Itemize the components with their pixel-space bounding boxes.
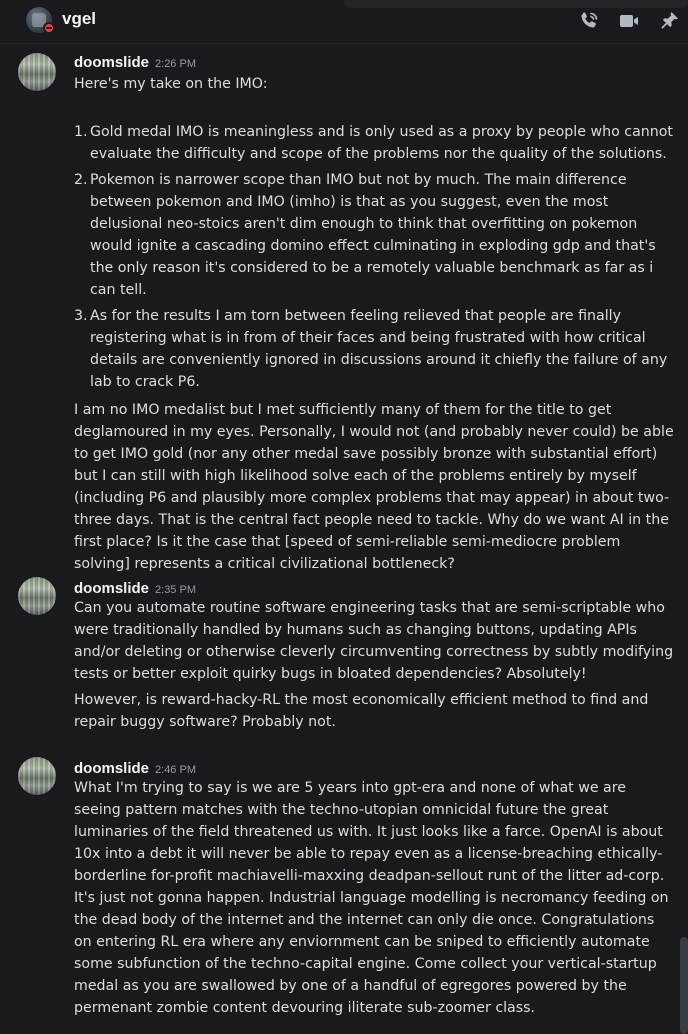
list-item: 1. Gold medal IMO is meaningless and is o… [74,124,673,162]
message-timestamp[interactable]: 2:35 PM [155,584,196,596]
message-text: Can you automate routine software engine… [74,600,674,682]
channel-title: vgel [62,9,97,28]
list-item: 3. As for the results I am torn between f… [74,308,668,390]
numbered-list: 1. Gold medal IMO is meaningless and is o… [74,121,674,393]
author-avatar[interactable] [18,577,56,615]
message-text: I am no IMO medalist but I met sufficien… [74,402,674,572]
author-avatar[interactable] [18,757,56,795]
channel-header: vgel [0,0,688,44]
pin-icon[interactable] [657,9,681,33]
scrollbar[interactable] [680,44,688,1034]
video-call-icon[interactable] [617,9,641,33]
message-timestamp[interactable]: 2:26 PM [155,58,196,70]
author-name[interactable]: doomslide [74,580,149,597]
dnd-status-icon [43,22,55,34]
scrollbar-thumb[interactable] [680,937,688,1034]
phone-call-icon[interactable] [577,9,601,33]
message-text: What I'm trying to say is we are 5 years… [74,780,669,1016]
author-avatar[interactable] [18,53,56,91]
author-name[interactable]: doomslide [74,54,149,71]
message-timestamp[interactable]: 2:46 PM [155,764,196,776]
author-name[interactable]: doomslide [74,760,149,777]
message-content: Can you automate routine software engine… [74,597,674,733]
message-text: Here's my take on the IMO: [74,76,268,92]
list-item: 2. Pokemon is narrower scope than IMO but… [74,172,656,298]
message-text: However, is reward-hacky-RL the most eco… [74,692,649,730]
overlay-panel-edge [344,0,688,8]
message-content: Here's my take on the IMO: 1. Gold medal … [74,73,674,575]
message-content: What I'm trying to say is we are 5 years… [74,777,674,1019]
